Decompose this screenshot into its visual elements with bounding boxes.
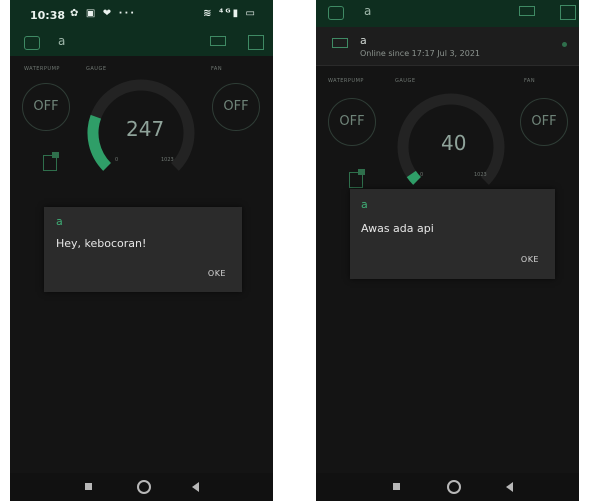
gauge-min: 0: [115, 157, 119, 163]
online-indicator: [562, 42, 567, 47]
gauge-max: 1023: [474, 172, 487, 178]
app-header: a: [10, 30, 273, 56]
device-name: a: [360, 34, 367, 47]
notification-widget-icon[interactable]: [349, 169, 365, 188]
project-title: a: [364, 4, 372, 18]
gauge-value: 247: [126, 117, 165, 141]
phone-screen-left: 10:38 ✿ ▣ ❤ ··· ≋ ⁴ᴳ▮ ▭ a WATERPUMP GAUG…: [10, 0, 273, 501]
play-stop-icon[interactable]: [248, 35, 264, 50]
back-nav-icon[interactable]: [506, 482, 513, 492]
recents-icon[interactable]: [85, 483, 92, 490]
alert-dialog: a Hey, kebocoran! OKE: [44, 207, 242, 292]
gauge-label: GAUGE: [395, 78, 416, 84]
water-pump-label: WATERPUMP: [328, 78, 364, 84]
dialog-message: Awas ada api: [361, 222, 434, 235]
home-icon[interactable]: [447, 480, 461, 494]
notification-icons: ✿ ▣ ❤ ···: [70, 8, 137, 19]
ok-button[interactable]: OKE: [521, 255, 539, 264]
gauge-max: 1023: [161, 157, 174, 163]
device-status: Online since 17:17 Jul 3, 2021: [360, 49, 480, 58]
device-row[interactable]: a Online since 17:17 Jul 3, 2021: [316, 27, 579, 66]
notification-widget-icon[interactable]: [43, 152, 59, 171]
play-stop-icon[interactable]: [560, 5, 576, 20]
back-nav-icon[interactable]: [192, 482, 199, 492]
system-nav-bar: [316, 473, 579, 501]
phone-screen-right: a a Online since 17:17 Jul 3, 2021 WATER…: [316, 0, 579, 501]
device-icon[interactable]: [210, 36, 226, 46]
gauge-label: GAUGE: [86, 66, 107, 72]
ok-button[interactable]: OKE: [208, 269, 226, 278]
app-header: a: [316, 0, 579, 27]
gauge-min: 0: [420, 172, 424, 178]
water-pump-button[interactable]: OFF: [22, 83, 70, 131]
dialog-title: a: [56, 215, 63, 228]
fan-button[interactable]: OFF: [212, 83, 260, 131]
gauge-value: 40: [441, 131, 467, 155]
gauge-fill: [87, 114, 112, 171]
water-pump-label: WATERPUMP: [24, 66, 60, 72]
fan-button[interactable]: OFF: [520, 98, 568, 146]
home-icon[interactable]: [137, 480, 151, 494]
system-nav-bar: [10, 473, 273, 501]
status-time: 10:38: [30, 9, 66, 22]
fan-label: FAN: [524, 78, 536, 84]
status-bar: 10:38 ✿ ▣ ❤ ··· ≋ ⁴ᴳ▮ ▭: [10, 0, 273, 30]
device-icon[interactable]: [519, 6, 535, 16]
recents-icon[interactable]: [393, 483, 400, 490]
fan-label: FAN: [211, 66, 223, 72]
water-pump-button[interactable]: OFF: [328, 98, 376, 146]
dialog-message: Hey, kebocoran!: [56, 237, 147, 250]
device-icon: [332, 38, 348, 48]
project-title: a: [58, 34, 66, 48]
back-icon[interactable]: [24, 36, 40, 50]
gauge-fill: [406, 170, 422, 185]
system-status-icons: ≋ ⁴ᴳ▮ ▭: [203, 8, 257, 19]
back-icon[interactable]: [328, 6, 344, 20]
dialog-title: a: [361, 198, 368, 211]
alert-dialog: a Awas ada api OKE: [350, 189, 555, 279]
